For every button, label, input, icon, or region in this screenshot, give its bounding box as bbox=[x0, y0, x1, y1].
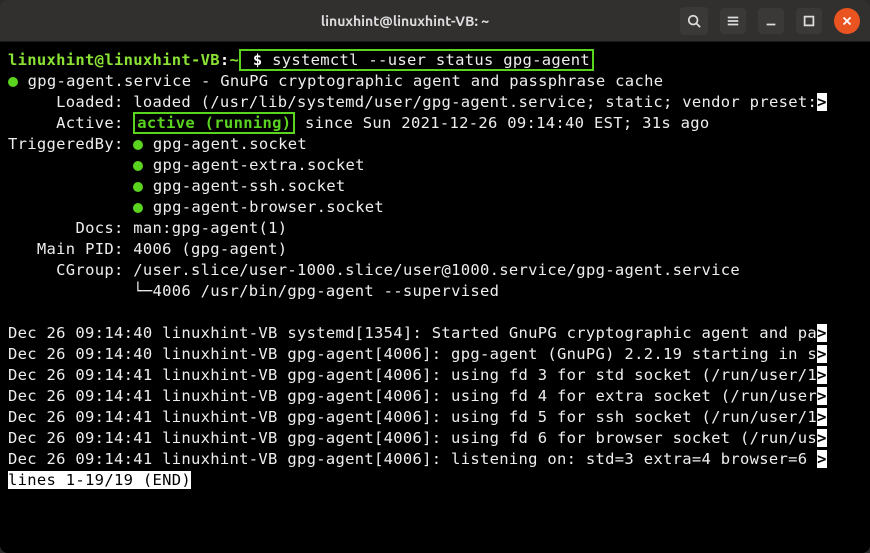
search-button[interactable] bbox=[680, 7, 708, 35]
prompt-colon: : bbox=[220, 51, 230, 69]
pid-label: Main PID: bbox=[37, 240, 124, 258]
maximize-icon bbox=[802, 14, 816, 28]
active-status: active (running) bbox=[137, 114, 291, 132]
truncation-marker: > bbox=[817, 345, 827, 363]
log-line: Dec 26 09:14:41 linuxhint-VB gpg-agent[4… bbox=[8, 366, 817, 384]
close-button[interactable] bbox=[834, 8, 860, 34]
docs-label: Docs: bbox=[75, 219, 123, 237]
pid-value: 4006 (gpg-agent) bbox=[133, 240, 287, 258]
command-highlight: $ systemctl --user status gpg-agent bbox=[239, 49, 594, 71]
status-bullet-icon bbox=[133, 182, 143, 192]
minimize-icon bbox=[764, 14, 778, 28]
terminal-window: linuxhint@linuxhint-VB: ~ linuxhint@linu… bbox=[0, 0, 870, 553]
trigger-item: gpg-agent-ssh.socket bbox=[153, 177, 346, 195]
log-line: Dec 26 09:14:41 linuxhint-VB gpg-agent[4… bbox=[8, 408, 817, 426]
log-line: Dec 26 09:14:41 linuxhint-VB gpg-agent[4… bbox=[8, 429, 817, 447]
status-bullet-icon bbox=[133, 140, 143, 150]
pager-status: lines 1-19/19 (END) bbox=[8, 471, 191, 489]
loaded-value: loaded (/usr/lib/systemd/user/gpg-agent.… bbox=[133, 93, 817, 111]
loaded-label: Loaded: bbox=[56, 93, 123, 111]
status-bullet-icon bbox=[133, 161, 143, 171]
status-bullet-icon bbox=[133, 203, 143, 213]
truncation-marker: > bbox=[817, 366, 827, 384]
active-status-highlight: active (running) bbox=[133, 112, 295, 134]
docs-value: man:gpg-agent(1) bbox=[133, 219, 287, 237]
active-label: Active: bbox=[56, 114, 123, 132]
cgroup-proc: └─4006 /usr/bin/gpg-agent --supervised bbox=[133, 282, 499, 300]
truncation-marker: > bbox=[817, 408, 827, 426]
triggered-label: TriggeredBy: bbox=[8, 135, 124, 153]
minimize-button[interactable] bbox=[758, 8, 784, 34]
cgroup-path: /user.slice/user-1000.slice/user@1000.se… bbox=[133, 261, 740, 279]
truncation-marker: > bbox=[817, 387, 827, 405]
log-line: Dec 26 09:14:41 linuxhint-VB gpg-agent[4… bbox=[8, 450, 817, 468]
maximize-button[interactable] bbox=[796, 8, 822, 34]
cgroup-label: CGroup: bbox=[56, 261, 123, 279]
prompt-user: linuxhint@linuxhint-VB bbox=[8, 51, 220, 69]
prompt-symbol: $ bbox=[253, 51, 263, 69]
prompt-path: ~ bbox=[230, 51, 240, 69]
active-since: since Sun 2021-12-26 09:14:40 EST; 31s a… bbox=[295, 114, 709, 132]
truncation-marker: > bbox=[817, 324, 827, 342]
menu-button[interactable] bbox=[720, 8, 746, 34]
hamburger-icon bbox=[726, 14, 740, 28]
truncation-marker: > bbox=[817, 450, 827, 468]
truncation-marker: > bbox=[817, 93, 827, 111]
service-name: gpg-agent.service - GnuPG cryptographic … bbox=[28, 72, 664, 90]
titlebar: linuxhint@linuxhint-VB: ~ bbox=[0, 0, 870, 42]
trigger-item: gpg-agent-extra.socket bbox=[153, 156, 365, 174]
window-title: linuxhint@linuxhint-VB: ~ bbox=[130, 13, 680, 29]
close-icon bbox=[840, 14, 854, 28]
log-line: Dec 26 09:14:41 linuxhint-VB gpg-agent[4… bbox=[8, 387, 817, 405]
log-line: Dec 26 09:14:40 linuxhint-VB systemd[135… bbox=[8, 324, 817, 342]
command-text: systemctl --user status gpg-agent bbox=[272, 51, 590, 69]
status-bullet-icon bbox=[8, 77, 18, 87]
truncation-marker: > bbox=[817, 429, 827, 447]
log-line: Dec 26 09:14:40 linuxhint-VB gpg-agent[4… bbox=[8, 345, 817, 363]
terminal-content[interactable]: linuxhint@linuxhint-VB:~ $ systemctl --u… bbox=[0, 42, 870, 553]
trigger-item: gpg-agent-browser.socket bbox=[153, 198, 384, 216]
search-icon bbox=[687, 14, 701, 28]
trigger-item: gpg-agent.socket bbox=[153, 135, 307, 153]
